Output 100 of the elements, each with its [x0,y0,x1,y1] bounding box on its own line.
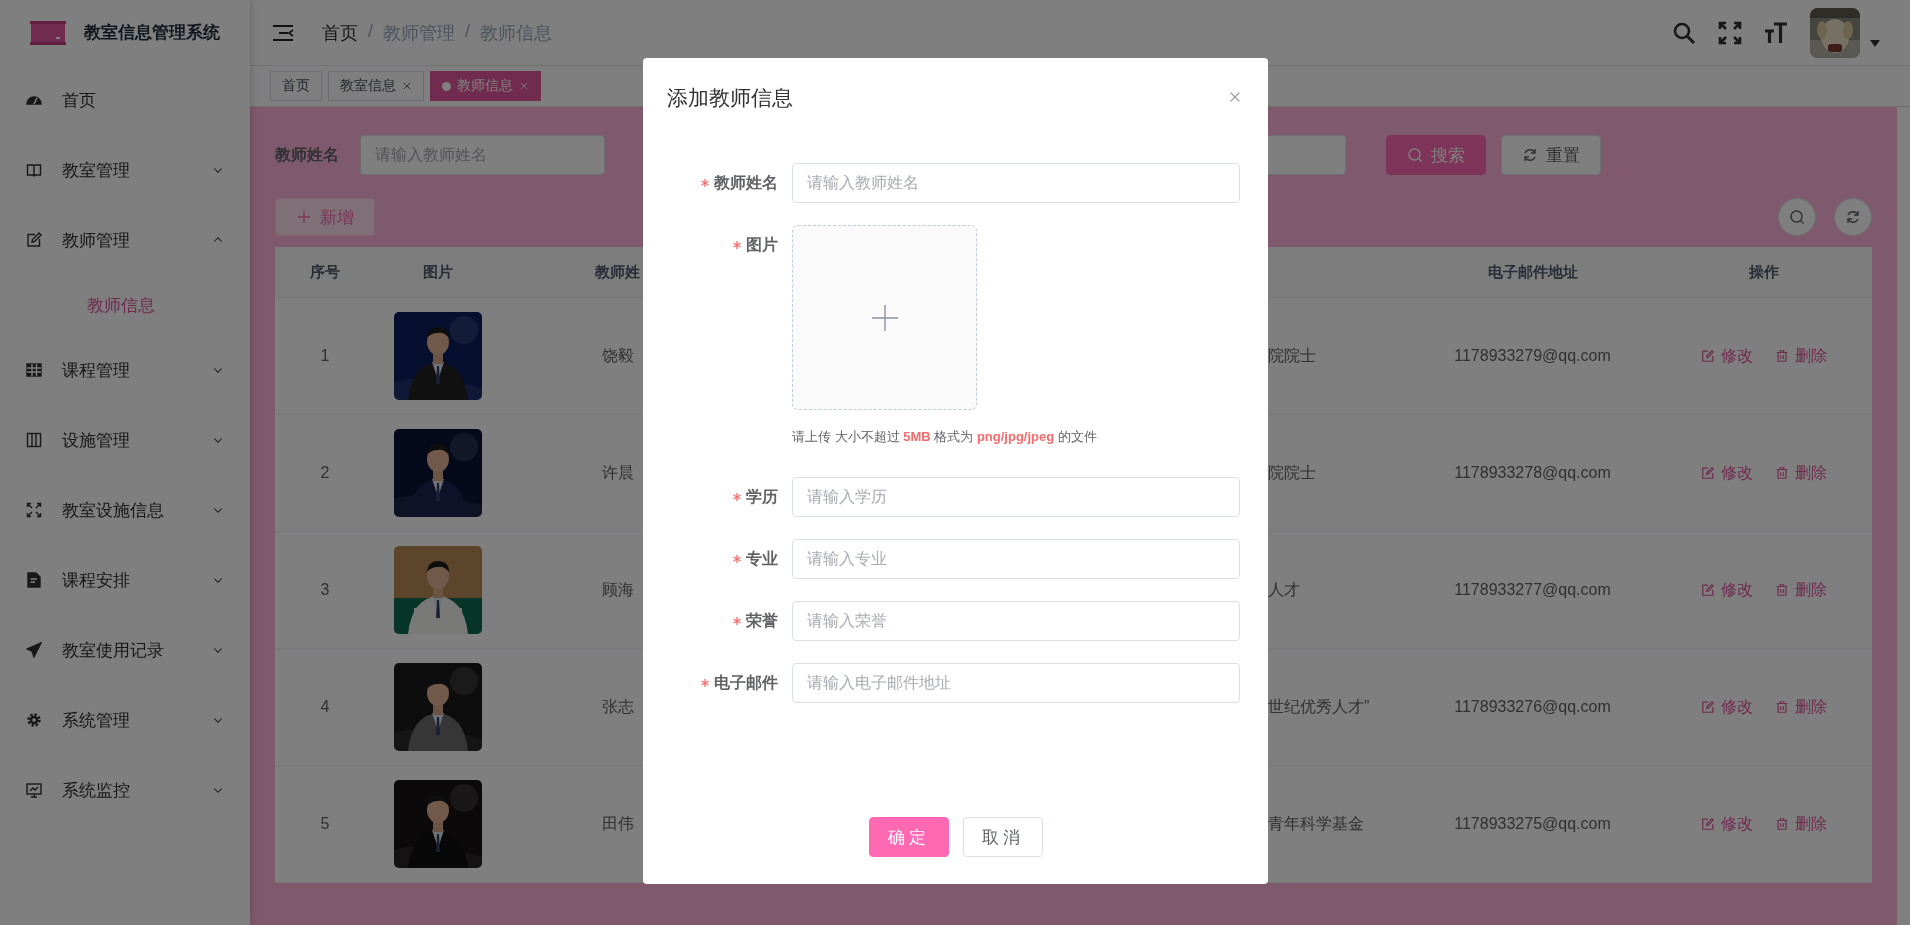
trash-icon [1774,700,1789,714]
table-cell: 4 [320,698,330,716]
input-field[interactable]: 请输入专业 [792,539,1240,579]
edit-link[interactable]: 修改 [1700,696,1753,718]
table-cell-text: 张志 [601,696,634,717]
breadcrumb-separator: / [368,20,373,43]
delete-link[interactable]: 删除 [1774,345,1827,367]
field-label: 专业 [746,548,778,569]
edit-icon [1700,817,1715,831]
field-label: 荣誉 [746,610,778,631]
table-cell: 1178933277@qq.com [1454,581,1611,599]
input-field[interactable]: 请输入荣誉 [792,601,1240,641]
delete-link[interactable]: 删除 [1774,813,1827,835]
table-cell-text: 人才 [1268,579,1300,600]
edit-link[interactable]: 修改 [1700,813,1753,835]
close-icon [1228,90,1242,104]
add-button[interactable]: 新增 [275,198,375,236]
delete-link[interactable]: 删除 [1774,579,1827,601]
delete-link[interactable]: 删除 [1774,696,1827,718]
cancel-button[interactable]: 取消 [962,817,1043,857]
confirm-button[interactable]: 确定 [868,817,949,857]
column-header: 教师姓 [595,262,640,282]
sidebar-item[interactable]: 首页 [0,65,250,135]
edit-link[interactable]: 修改 [1700,579,1753,601]
search-icon [1672,20,1696,45]
trash-icon [1774,817,1789,831]
breadcrumb-item[interactable]: 首页 [322,20,358,45]
field-label: 电子邮件 [714,672,778,693]
logo-icon [30,19,66,46]
table-cell-text: 院院士 [1268,345,1316,366]
search-toggle-button[interactable] [1778,198,1816,236]
sidebar-item[interactable]: 课程管理 [0,335,250,405]
column-header: 序号 [310,262,340,282]
edit-link[interactable]: 修改 [1700,462,1753,484]
sidebar-item[interactable]: 教室使用记录 [0,615,250,685]
sidebar-item[interactable]: 教室设施信息 [0,475,250,545]
sidebar-item[interactable]: 系统管理 [0,685,250,755]
close-icon [402,81,412,91]
delete-link[interactable]: 删除 [1774,462,1827,484]
menu-icon [272,23,294,42]
trash-icon [1774,349,1789,363]
fullscreen-icon [1718,20,1742,45]
expand-icon [26,502,42,518]
table-cell: 3 [320,581,330,599]
refresh-icon [1522,147,1538,163]
sidebar-item[interactable]: 课程安排 [0,545,250,615]
text-size-icon [1764,20,1788,45]
table-cell-text: 饶毅 [601,345,634,366]
sidebar-item[interactable]: 教师管理 [0,205,250,275]
gear-icon [26,712,42,728]
edit-icon [1700,583,1715,597]
sidebar-subitem[interactable]: 教师信息 [0,275,250,335]
table-cell: 1178933278@qq.com [1454,464,1611,482]
sidebar-item[interactable]: 教室管理 [0,135,250,205]
column-header: 电子邮件地址 [1487,262,1578,282]
input-field[interactable]: 请输入教师姓名 [792,163,1240,203]
plus-icon [296,209,312,225]
edit-icon [1700,349,1715,363]
tab[interactable]: 首页 [270,71,322,101]
input-field[interactable]: 请输入电子邮件地址 [792,663,1240,703]
table-icon [26,362,42,378]
input-field[interactable]: 请输入学历 [792,477,1240,517]
plus-icon [870,303,899,332]
refresh-button[interactable] [1834,198,1872,236]
search-button[interactable]: 搜索 [1386,135,1486,175]
edit-icon [1700,700,1715,714]
edit-icon [26,232,42,248]
column-header: 图片 [422,262,453,282]
monitor-icon [26,782,42,798]
sidebar-item[interactable]: 系统监控 [0,755,250,825]
column-header: 操作 [1748,262,1779,282]
field-label: 图片 [746,234,778,255]
sidebar-item[interactable]: 设施管理 [0,405,250,475]
table-cell: 5 [320,815,330,833]
document-icon [26,572,42,588]
table-cell-text: 顾海 [601,579,634,600]
active-dot-icon [442,81,451,91]
table-cell: 1178933275@qq.com [1454,815,1611,833]
reset-button[interactable]: 重置 [1501,135,1601,175]
edit-icon [1700,466,1715,480]
refresh-icon [1845,209,1861,225]
table-cell-text: 世纪优秀人才” [1268,696,1370,717]
edit-link[interactable]: 修改 [1700,345,1753,367]
field-label: 学历 [746,486,778,507]
field-label: 教师姓名 [275,144,340,165]
search-icon [1789,209,1805,225]
tab[interactable]: 教室信息 [328,71,424,101]
table-cell: 1178933279@qq.com [1454,347,1611,365]
trash-icon [1774,583,1789,597]
columns-icon [26,432,42,448]
breadcrumb-separator: / [465,20,471,43]
field-label: 教师姓名 [714,172,778,193]
app-title: 教室信息管理系统 [84,22,220,44]
book-icon [26,162,42,178]
table-cell-text: 田伟 [601,813,634,834]
upload-hint: 请上传 大小不超过 5MB 格式为 png/jpg/jpeg 的文件 [792,428,1098,446]
table-cell: 1 [320,347,330,365]
search-icon [1407,147,1423,163]
tab[interactable]: 教师信息 [430,71,541,101]
table-cell-text: 许晨 [601,462,634,483]
